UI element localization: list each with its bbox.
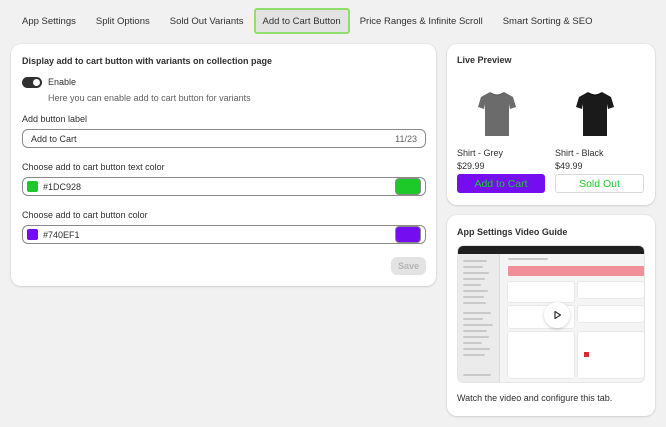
settings-title: Display add to cart button with variants… bbox=[22, 56, 273, 66]
tab-smart-sorting-seo[interactable]: Smart Sorting & SEO bbox=[493, 9, 603, 33]
text-color-value: #1DC928 bbox=[43, 181, 82, 192]
tab-add-to-cart-button[interactable]: Add to Cart Button bbox=[253, 8, 350, 34]
character-count: 11/23 bbox=[395, 133, 417, 144]
button-color-swatch-small bbox=[27, 229, 38, 240]
video-caption: Watch the video and configure this tab. bbox=[457, 393, 613, 403]
tab-app-settings[interactable]: App Settings bbox=[12, 9, 86, 33]
button-color-picker[interactable] bbox=[395, 226, 421, 243]
product-name-grey: Shirt - Grey bbox=[457, 148, 504, 158]
black-shirt-image bbox=[576, 92, 614, 136]
button-label-title: Add button label bbox=[22, 114, 88, 124]
live-preview-card: Live Preview Shirt - Grey $29.99 Shirt -… bbox=[447, 44, 655, 205]
preview-title: Live Preview bbox=[457, 55, 512, 65]
video-banner-decoration bbox=[508, 266, 644, 276]
button-label-value: Add to Cart bbox=[31, 133, 77, 144]
button-label-input[interactable]: Add to Cart 11/23 bbox=[22, 129, 426, 148]
video-guide-title: App Settings Video Guide bbox=[457, 227, 568, 237]
play-icon[interactable] bbox=[544, 302, 570, 328]
product-price-black: $49.99 bbox=[555, 161, 583, 171]
sold-out-preview-button: Sold Out bbox=[555, 174, 644, 193]
text-color-swatch-small bbox=[27, 181, 38, 192]
video-guide-card: App Settings Video Guide Watch the video… bbox=[447, 215, 655, 416]
tab-bar: App Settings Split Options Sold Out Vari… bbox=[12, 8, 602, 34]
product-price-grey: $29.99 bbox=[457, 161, 485, 171]
add-to-cart-settings-card: Display add to cart button with variants… bbox=[11, 44, 436, 286]
text-color-picker[interactable] bbox=[395, 178, 421, 195]
enable-label: Enable bbox=[48, 77, 77, 87]
video-thumbnail[interactable] bbox=[457, 245, 645, 383]
save-button[interactable]: Save bbox=[391, 257, 426, 275]
video-topbar-decoration bbox=[458, 246, 644, 254]
button-color-input[interactable]: #740EF1 bbox=[22, 225, 426, 244]
video-sidebar-decoration bbox=[458, 254, 500, 382]
enable-toggle[interactable] bbox=[22, 77, 42, 88]
product-name-black: Shirt - Black bbox=[555, 148, 604, 158]
text-color-input[interactable]: #1DC928 bbox=[22, 177, 426, 196]
grey-shirt-image bbox=[478, 92, 516, 136]
text-color-title: Choose add to cart button text color bbox=[22, 162, 165, 172]
tab-split-options[interactable]: Split Options bbox=[86, 9, 160, 33]
button-color-title: Choose add to cart button color bbox=[22, 210, 148, 220]
tab-price-ranges-infinite-scroll[interactable]: Price Ranges & Infinite Scroll bbox=[350, 9, 493, 33]
enable-help-text: Here you can enable add to cart button f… bbox=[48, 93, 251, 103]
tab-sold-out-variants[interactable]: Sold Out Variants bbox=[160, 9, 254, 33]
add-to-cart-preview-button[interactable]: Add to Cart bbox=[457, 174, 545, 193]
button-color-value: #740EF1 bbox=[43, 229, 80, 240]
